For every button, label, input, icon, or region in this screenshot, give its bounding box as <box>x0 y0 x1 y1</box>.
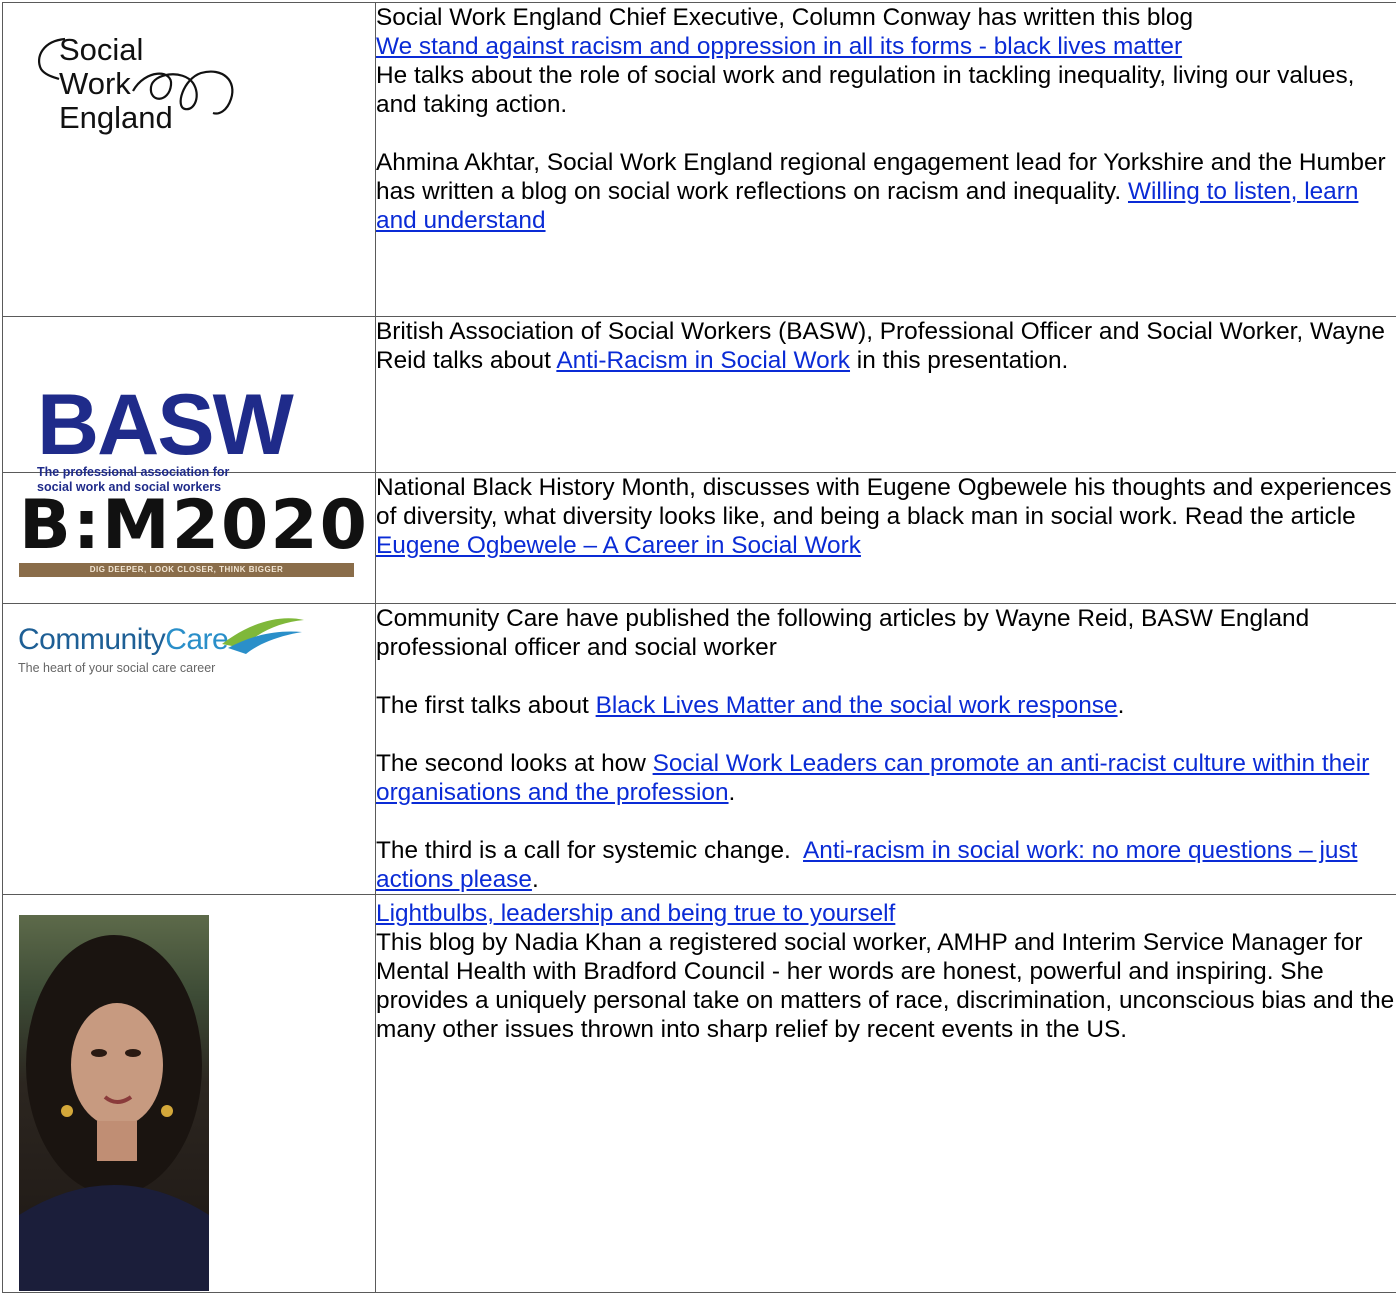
text-cell: Lightbulbs, leadership and being true to… <box>376 895 1396 1293</box>
community-care-tagline: The heart of your social care career <box>18 660 318 676</box>
social-work-england-logo: Social Work England <box>33 29 263 169</box>
bhm-logo-tagline: DIG DEEPER, LOOK CLOSER, THINK BIGGER <box>19 563 354 577</box>
leaf-swoosh-icon <box>218 614 308 654</box>
paragraph: Community Care have published the follow… <box>376 604 1396 662</box>
portrait-photo <box>19 915 209 1291</box>
portrait-illustration <box>19 915 209 1291</box>
basw-logo-wordmark: BASW <box>37 387 292 463</box>
logo-cell: Social Work England <box>3 3 376 317</box>
paragraph: Lightbulbs, leadership and being true to… <box>376 899 1396 1044</box>
paragraph: British Association of Social Workers (B… <box>376 317 1396 375</box>
text-cell: Community Care have published the follow… <box>376 604 1396 895</box>
body-text: National Black History Month, discusses … <box>376 474 1391 530</box>
body-text: The third is a call for systemic change. <box>376 837 791 864</box>
wordmark-community: Community <box>18 623 165 656</box>
text-cell: National Black History Month, discusses … <box>376 473 1396 604</box>
photo-cell <box>3 895 376 1293</box>
body-text: Social Work England Chief Executive, Col… <box>376 4 1193 31</box>
logo-word-england: England <box>59 101 173 135</box>
table-row: Lightbulbs, leadership and being true to… <box>3 895 1396 1293</box>
punctuation: . <box>1118 692 1125 719</box>
logo-word-social: Social <box>59 33 143 67</box>
link-black-lives-matter-response[interactable]: Black Lives Matter and the social work r… <box>596 692 1118 719</box>
body-text: in this presentation. <box>857 347 1069 374</box>
paragraph: Ahmina Akhtar, Social Work England regio… <box>376 148 1396 235</box>
link-lightbulbs-leadership[interactable]: Lightbulbs, leadership and being true to… <box>376 900 895 927</box>
body-text: The second looks at how <box>376 750 646 777</box>
table-row: B:M2020 DIG DEEPER, LOOK CLOSER, THINK B… <box>3 473 1396 604</box>
table-row: BASW The professional association for so… <box>3 317 1396 473</box>
table-row: CommunityCare The heart of your social c… <box>3 604 1396 895</box>
black-history-month-logo: B:M2020 DIG DEEPER, LOOK CLOSER, THINK B… <box>19 495 354 577</box>
logo-cell: B:M2020 DIG DEEPER, LOOK CLOSER, THINK B… <box>3 473 376 604</box>
logo-cell: BASW The professional association for so… <box>3 317 376 473</box>
community-care-logo: CommunityCare The heart of your social c… <box>18 622 318 676</box>
paragraph: Social Work England Chief Executive, Col… <box>376 3 1396 119</box>
paragraph: The first talks about Black Lives Matter… <box>376 691 1396 720</box>
paragraph: The second looks at how Social Work Lead… <box>376 749 1396 807</box>
logo-cell: CommunityCare The heart of your social c… <box>3 604 376 895</box>
paragraph: The third is a call for systemic change.… <box>376 836 1396 894</box>
resources-table: Social Work England Social Work England … <box>2 2 1396 1293</box>
body-text: The first talks about <box>376 692 589 719</box>
blog-link-we-stand-against-racism[interactable]: We stand against racism and oppression i… <box>376 33 1182 60</box>
punctuation: . <box>729 779 736 806</box>
logo-word-work: Work <box>59 67 131 101</box>
text-cell: British Association of Social Workers (B… <box>376 317 1396 473</box>
paragraph: National Black History Month, discusses … <box>376 473 1396 560</box>
link-anti-racism-in-social-work[interactable]: Anti-Racism in Social Work <box>556 347 850 374</box>
bhm-logo-wordmark: B:M2020 <box>19 495 354 557</box>
body-text: This blog by Nadia Khan a registered soc… <box>376 929 1394 1043</box>
table-row: Social Work England Social Work England … <box>3 3 1396 317</box>
punctuation: . <box>532 866 539 893</box>
text-cell: Social Work England Chief Executive, Col… <box>376 3 1396 317</box>
body-text: He talks about the role of social work a… <box>376 62 1354 118</box>
link-eugene-ogbewele-article[interactable]: Eugene Ogbewele – A Career in Social Wor… <box>376 532 861 559</box>
